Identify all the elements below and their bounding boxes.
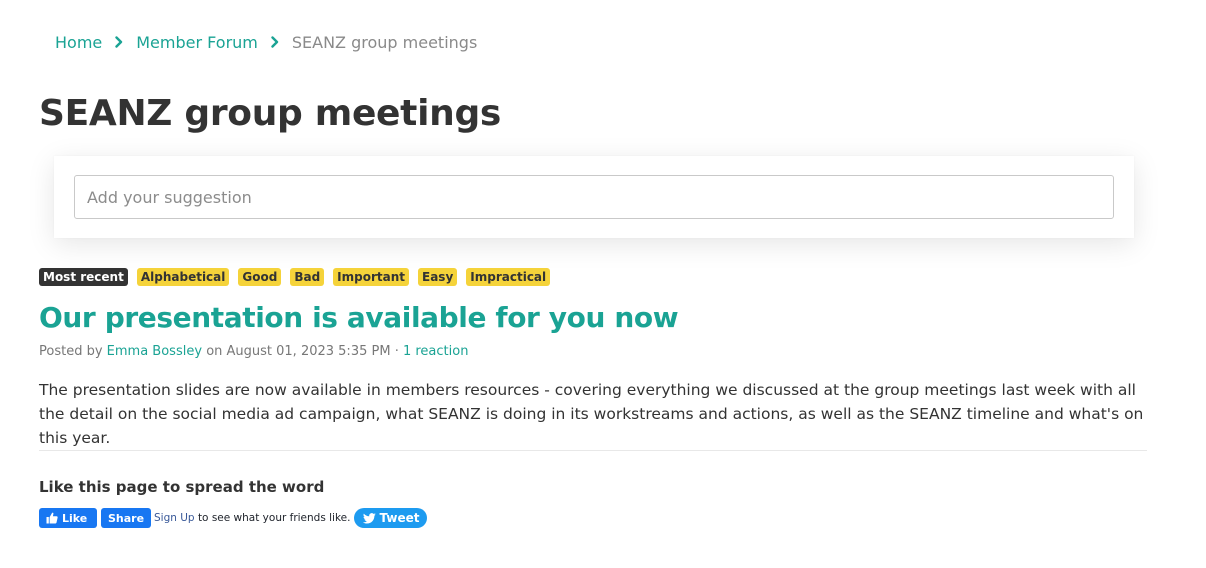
tag-most-recent[interactable]: Most recent	[39, 268, 128, 286]
post-body: The presentation slides are now availabl…	[39, 381, 1144, 447]
facebook-signup-link[interactable]: Sign Up	[154, 512, 195, 524]
post-date: on August 01, 2023 5:35 PM	[206, 344, 391, 359]
tweet-button[interactable]: Tweet	[354, 508, 428, 528]
meta-separator: ·	[394, 344, 399, 359]
tag-alphabetical[interactable]: Alphabetical	[136, 268, 230, 286]
twitter-bird-icon	[362, 512, 376, 523]
tag-good[interactable]: Good	[238, 268, 282, 286]
breadcrumb-forum-link[interactable]: Member Forum	[136, 33, 258, 52]
sort-tags: Most recent Alphabetical Good Bad Import…	[39, 268, 551, 286]
suggestion-card	[54, 156, 1134, 238]
facebook-share-button[interactable]: Share	[101, 508, 151, 528]
facebook-signup-text: Sign Up to see what your friends like.	[154, 512, 350, 524]
suggestion-input[interactable]	[74, 175, 1114, 219]
breadcrumb-current: SEANZ group meetings	[291, 32, 478, 52]
breadcrumb-home-link[interactable]: Home	[55, 33, 102, 52]
social-buttons: Like Share Sign Up to see what your frie…	[39, 508, 428, 528]
share-heading: Like this page to spread the word	[39, 478, 325, 496]
tag-bad[interactable]: Bad	[290, 268, 325, 286]
tweet-label: Tweet	[379, 511, 420, 525]
posted-by-label: Posted by	[39, 344, 103, 359]
reactions-link[interactable]: 1 reaction	[403, 344, 468, 359]
chevron-right-icon	[107, 31, 131, 53]
page-title: SEANZ group meetings	[39, 93, 502, 134]
tag-easy[interactable]: Easy	[418, 268, 458, 286]
breadcrumb: Home Member Forum SEANZ group meetings	[55, 31, 477, 53]
thumbs-up-icon	[46, 512, 58, 524]
divider	[39, 450, 1147, 451]
tag-important[interactable]: Important	[333, 268, 410, 286]
chevron-right-icon	[263, 31, 287, 53]
author-link[interactable]: Emma Bossley	[107, 344, 202, 359]
post-title-link[interactable]: Our presentation is available for you no…	[39, 301, 679, 334]
post-meta: Posted by Emma Bossley on August 01, 202…	[39, 344, 468, 359]
facebook-like-button[interactable]: Like	[39, 508, 97, 528]
facebook-signup-caption: to see what your friends like.	[197, 512, 351, 524]
facebook-like-label: Like	[62, 511, 88, 525]
tag-impractical[interactable]: Impractical	[466, 268, 551, 286]
